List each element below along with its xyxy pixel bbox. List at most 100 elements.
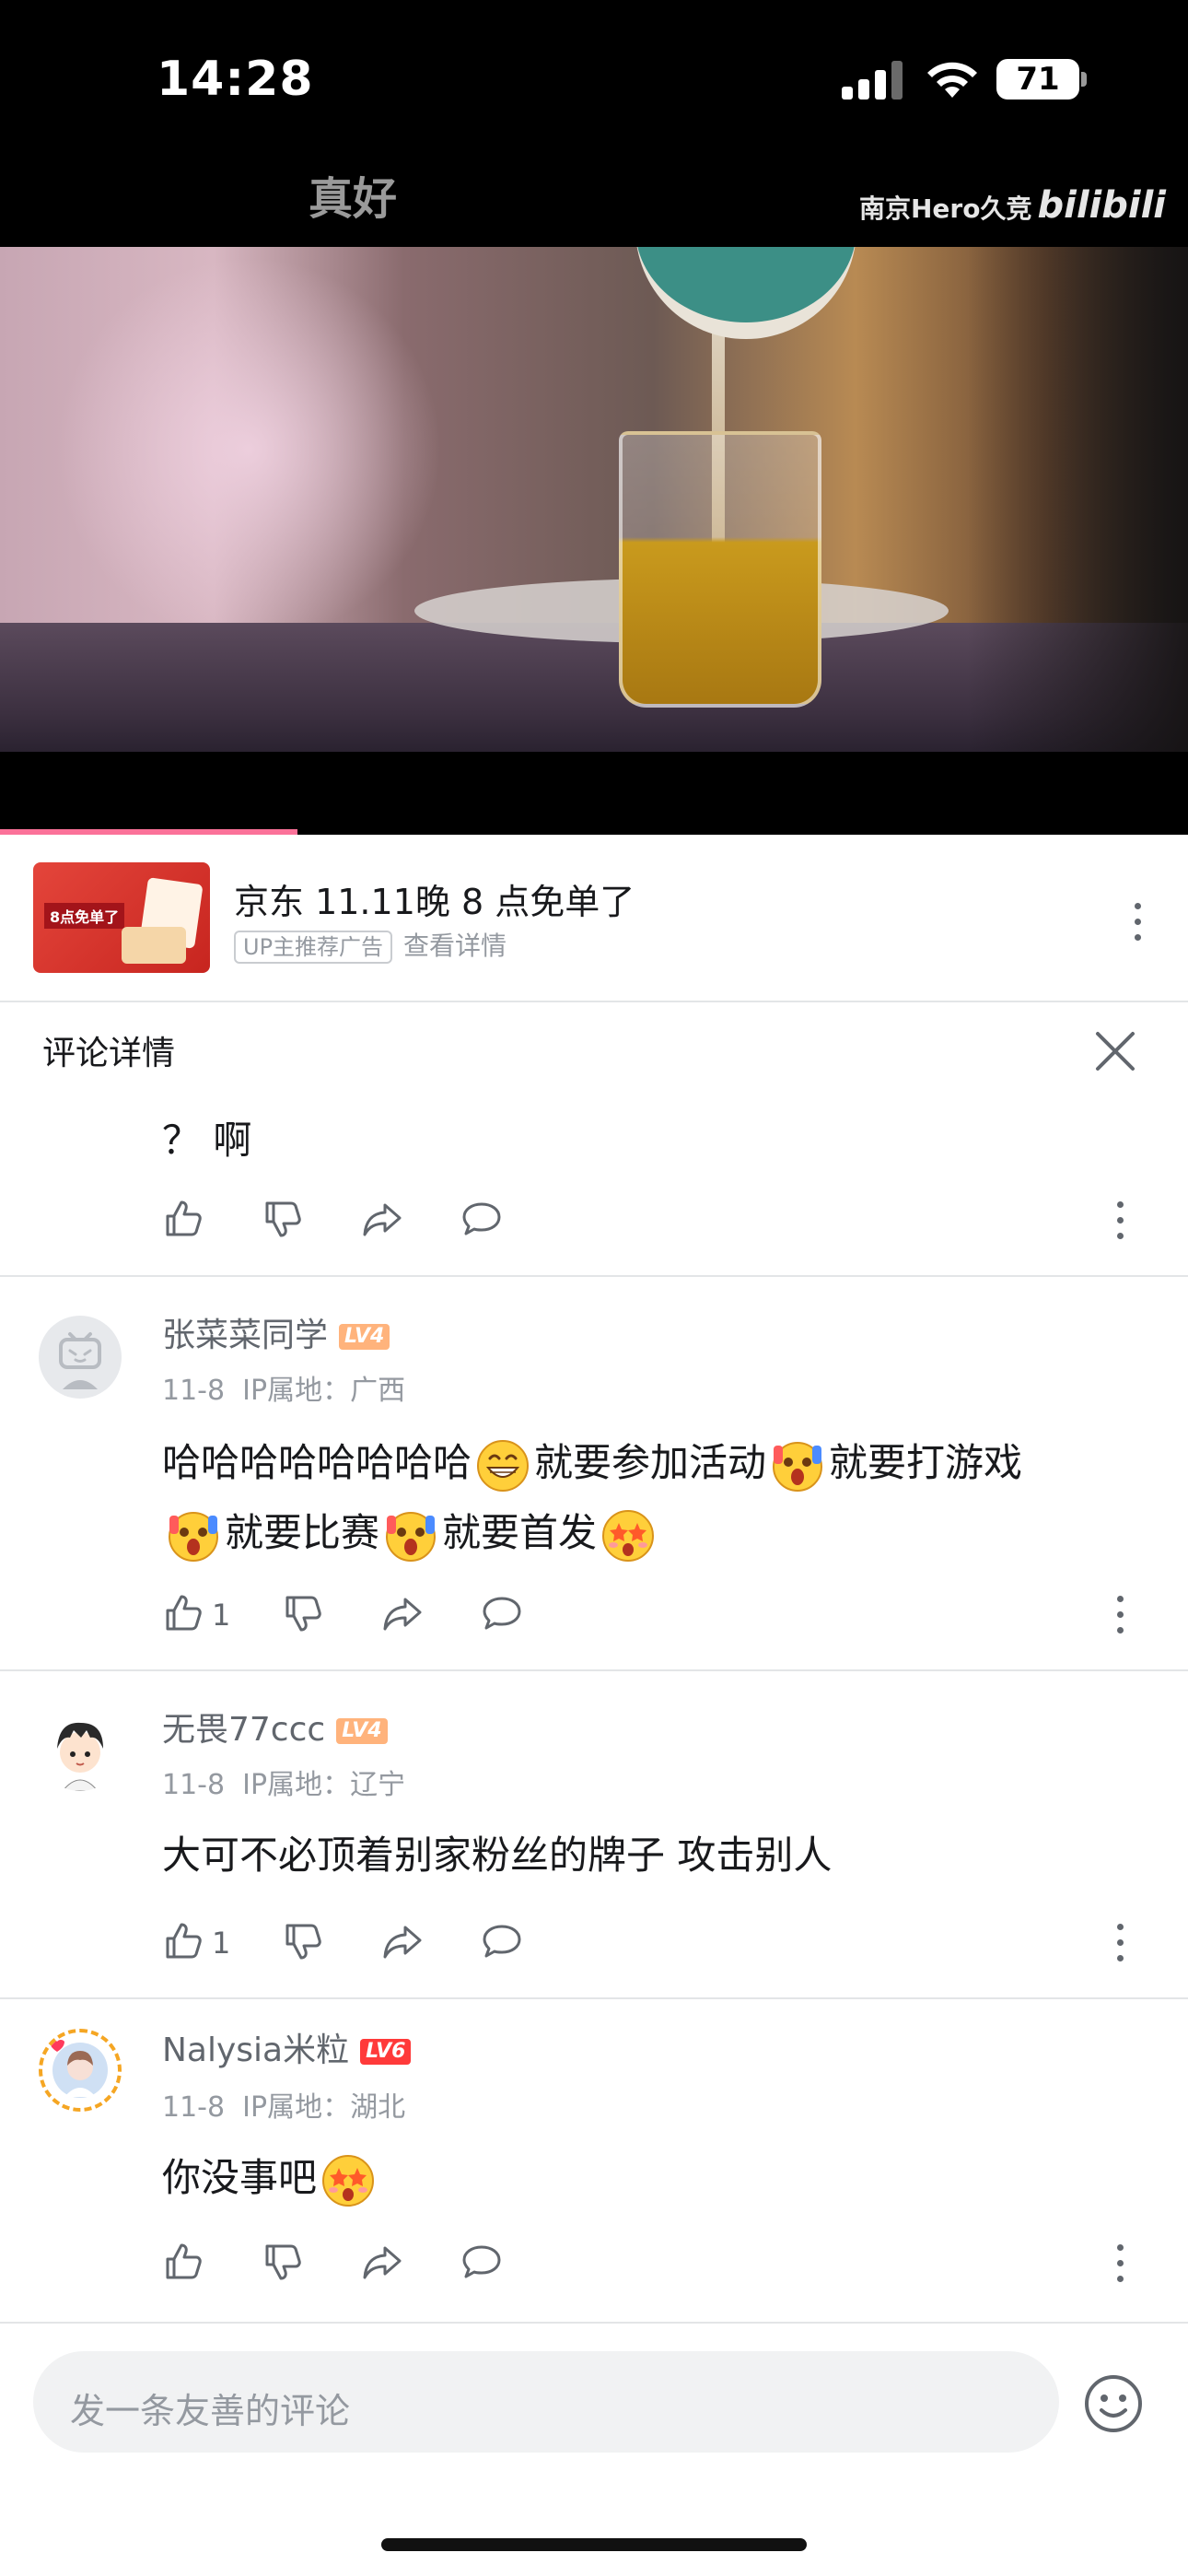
video-bottom-bar — [0, 752, 1188, 835]
comment-text: 哈哈哈哈哈哈哈哈 就要参加活动 就要打游戏就要比赛 就要首发 — [162, 1428, 1147, 1568]
video-shade — [967, 247, 1188, 752]
more-icon[interactable] — [1101, 1920, 1138, 1966]
close-icon[interactable] — [1094, 1030, 1136, 1072]
ad-banner[interactable]: 8点免单了 京东 11.11晚 8 点免单了 UP主推荐广告 查看详情 — [0, 835, 1188, 1001]
video-teapot — [635, 247, 856, 339]
emoji-icon[interactable] — [1083, 2373, 1144, 2434]
comment-detail-title: 评论详情 — [42, 1035, 176, 1072]
dislike-icon[interactable] — [262, 1198, 304, 1244]
comment-text-part: 就要打游戏 — [829, 1440, 1023, 1485]
like-icon[interactable] — [162, 2241, 204, 2287]
more-icon[interactable] — [1101, 2241, 1138, 2287]
like-count: 1 — [212, 1598, 231, 1633]
shock-emoji-icon — [166, 1508, 221, 1563]
divider — [0, 2322, 1188, 2324]
comment-text-part: 就要参加活动 — [534, 1440, 767, 1485]
ip-location: 广西 — [350, 1375, 406, 1407]
avatar[interactable] — [39, 2029, 122, 2112]
default-avatar-icon — [59, 1332, 101, 1389]
reply-action-row — [162, 1198, 1138, 1244]
dislike-icon[interactable] — [262, 2241, 304, 2287]
star-eyes-emoji-icon — [600, 1508, 656, 1563]
comment-meta: 11-8 IP属地：辽宁 — [162, 1762, 405, 1802]
comment-meta: 11-8 IP属地：湖北 — [162, 2084, 405, 2125]
level-badge: LV4 — [336, 1718, 388, 1744]
comment-action-row: 1 — [162, 1592, 1138, 1638]
user-avatar-image — [50, 2040, 108, 2098]
ad-thumb-box — [122, 927, 186, 964]
ip-label: IP属地： — [242, 1375, 351, 1407]
comment-meta: 11-8 IP属地：广西 — [162, 1367, 405, 1408]
video-glass — [619, 431, 821, 708]
shock-emoji-icon — [770, 1438, 825, 1493]
more-icon[interactable] — [1101, 1198, 1138, 1244]
comment-text-part: 就要比赛 — [225, 1510, 380, 1555]
comment-text-part: 你没事吧 — [162, 2155, 318, 2200]
ad-title[interactable]: 京东 11.11晚 8 点免单了 — [234, 873, 635, 924]
ip-location: 辽宁 — [350, 1769, 406, 1801]
wifi-icon — [927, 62, 977, 98]
share-icon[interactable] — [361, 1198, 403, 1244]
comment-username[interactable]: Nalysia米粒 LV6 — [162, 2023, 412, 2071]
like-icon[interactable] — [162, 1198, 204, 1244]
comment-date: 11-8 — [162, 1375, 226, 1407]
comment-text-part: 哈哈哈哈哈哈哈哈 — [162, 1440, 472, 1485]
star-eyes-emoji-icon — [320, 2153, 376, 2208]
reply-icon[interactable] — [460, 1198, 503, 1244]
username-text: 无畏77ccc — [162, 1711, 326, 1749]
shock-emoji-icon — [383, 1508, 438, 1563]
username-text: Nalysia米粒 — [162, 2032, 350, 2069]
share-icon[interactable] — [381, 1920, 424, 1966]
share-icon[interactable] — [361, 2241, 403, 2287]
reply-icon[interactable] — [481, 1592, 523, 1638]
comment-text-part: 就要首发 — [442, 1510, 598, 1555]
ad-thumbnail[interactable]: 8点免单了 — [33, 862, 210, 973]
status-time: 14:28 — [157, 52, 314, 107]
divider — [0, 1275, 1188, 1277]
comment-action-row: 1 — [162, 1920, 1138, 1966]
comment-username[interactable]: 张菜菜同学 LV4 — [162, 1308, 390, 1356]
share-icon[interactable] — [381, 1592, 424, 1638]
comment-text: 大可不必顶着别家粉丝的牌子 攻击别人 — [162, 1832, 833, 1878]
watermark-text: 南京Hero久竞 — [858, 193, 1032, 224]
dislike-icon[interactable] — [282, 1920, 324, 1966]
divider — [0, 1001, 1188, 1002]
level-badge: LV6 — [360, 2039, 412, 2065]
ad-tag: UP主推荐广告 — [234, 931, 393, 964]
level-badge: LV4 — [339, 1324, 390, 1350]
user-avatar-image — [57, 1722, 103, 1791]
like-icon[interactable]: 1 — [162, 1592, 230, 1638]
reply-icon[interactable] — [460, 2241, 503, 2287]
video-title: 真好 — [309, 173, 398, 225]
divider — [0, 1669, 1188, 1671]
avatar[interactable] — [39, 1708, 122, 1791]
comment-text: 你没事吧 — [162, 2143, 1147, 2213]
avatar[interactable] — [39, 1316, 122, 1399]
bilibili-logo: bilibili — [1037, 184, 1166, 227]
video-watermark: 南京Hero久竞 bilibili — [859, 184, 1166, 227]
battery-icon: 71 — [996, 59, 1079, 100]
ad-detail-link[interactable]: 查看详情 — [403, 931, 507, 962]
video-player[interactable] — [0, 247, 1188, 752]
battery-tip — [1081, 72, 1087, 87]
reply-text: ？ 啊 — [162, 1118, 252, 1163]
comment-date: 11-8 — [162, 1769, 226, 1801]
ad-more-icon[interactable] — [1119, 899, 1156, 945]
comment-action-row — [162, 2241, 1138, 2287]
comment-username[interactable]: 无畏77ccc LV4 — [162, 1703, 388, 1751]
divider — [0, 1997, 1188, 1999]
username-text: 张菜菜同学 — [162, 1317, 329, 1354]
ad-thumb-badge: 8点免单了 — [44, 903, 125, 929]
ip-label: IP属地： — [242, 1769, 351, 1801]
ip-label: IP属地： — [242, 2091, 351, 2124]
like-count: 1 — [212, 1926, 231, 1961]
dislike-icon[interactable] — [282, 1592, 324, 1638]
home-indicator — [381, 2538, 807, 2551]
video-bokeh — [55, 256, 442, 643]
comment-input[interactable]: 发一条友善的评论 — [33, 2351, 1059, 2453]
signal-icon — [842, 61, 903, 100]
reply-icon[interactable] — [481, 1920, 523, 1966]
like-icon[interactable]: 1 — [162, 1920, 230, 1966]
ip-location: 湖北 — [350, 2091, 406, 2124]
more-icon[interactable] — [1101, 1592, 1138, 1638]
